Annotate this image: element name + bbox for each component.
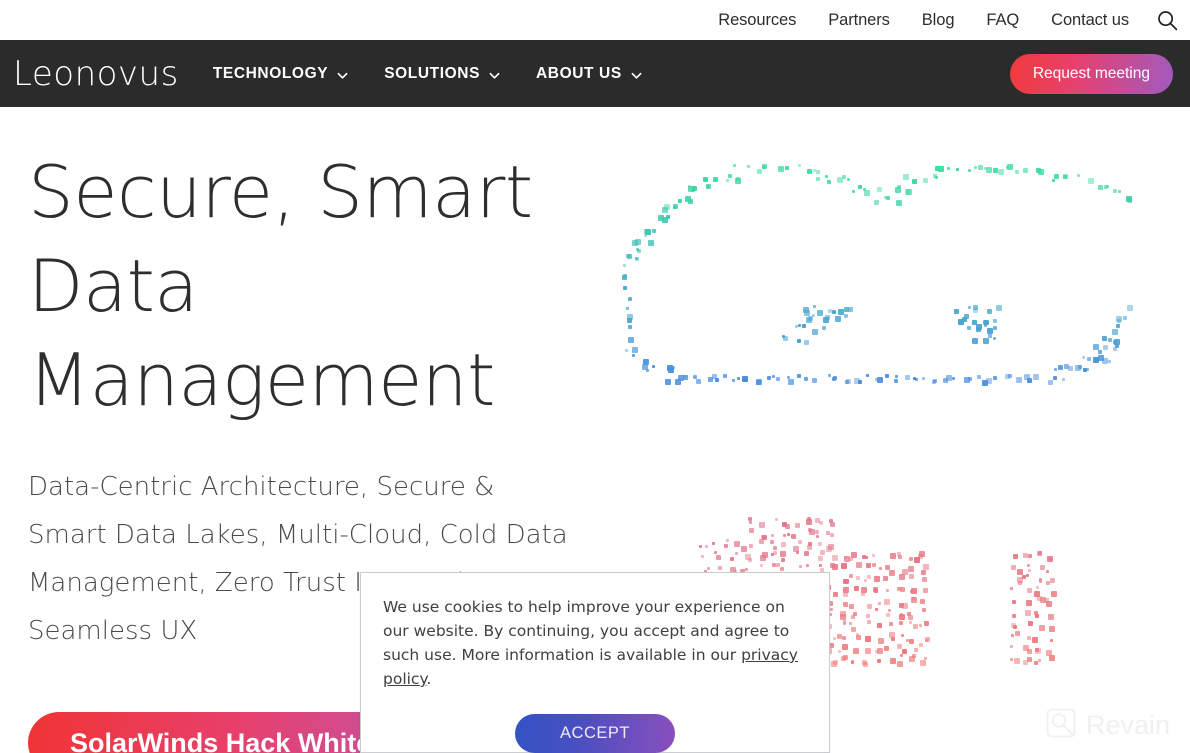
page-title: Secure, Smart Data Management [28, 150, 533, 422]
chevron-down-icon [337, 68, 348, 79]
revain-logo-icon [1046, 708, 1076, 743]
nav-item-solutions-label: SOLUTIONS [384, 64, 481, 82]
search-icon[interactable] [1157, 10, 1178, 31]
utility-link-faq[interactable]: FAQ [986, 11, 1019, 30]
cookie-consent-text: We use cookies to help improve your expe… [383, 595, 807, 691]
cookie-consent-dialog: We use cookies to help improve your expe… [360, 572, 830, 753]
utility-link-partners[interactable]: Partners [828, 11, 890, 30]
request-meeting-button[interactable]: Request meeting [1009, 54, 1173, 94]
nav-item-technology-label: TECHNOLOGY [212, 64, 329, 82]
utility-navbar: Resources Partners Blog FAQ Contact us [0, 0, 1190, 40]
utility-link-resources[interactable]: Resources [718, 11, 796, 30]
cookie-text-part1: We use cookies to help improve your expe… [383, 598, 790, 664]
main-nav-items: TECHNOLOGY SOLUTIONS ABOUT US [213, 65, 678, 83]
page-root: Resources Partners Blog FAQ Contact us L… [0, 0, 1190, 753]
nav-item-solutions[interactable]: SOLUTIONS [384, 65, 500, 83]
revain-watermark-label: Revain [1085, 710, 1170, 740]
nav-item-about-us-label: ABOUT US [536, 64, 622, 82]
pixelated-cloud-upload-download-icon [622, 163, 1134, 497]
main-navbar: Leonovus TECHNOLOGY SOLUTIONS ABOUT US R… [0, 40, 1190, 107]
chevron-down-icon [631, 68, 642, 79]
chevron-down-icon [489, 68, 500, 79]
nav-item-technology[interactable]: TECHNOLOGY [213, 65, 348, 83]
revain-watermark: Revain [1046, 708, 1170, 743]
site-logo[interactable]: Leonovus [13, 57, 179, 91]
accept-cookies-button[interactable]: ACCEPT [515, 714, 675, 753]
utility-link-blog[interactable]: Blog [922, 11, 955, 30]
nav-item-about-us[interactable]: ABOUT US [536, 65, 642, 83]
utility-link-contact-us[interactable]: Contact us [1051, 11, 1129, 30]
cookie-text-part2: . [426, 670, 432, 688]
